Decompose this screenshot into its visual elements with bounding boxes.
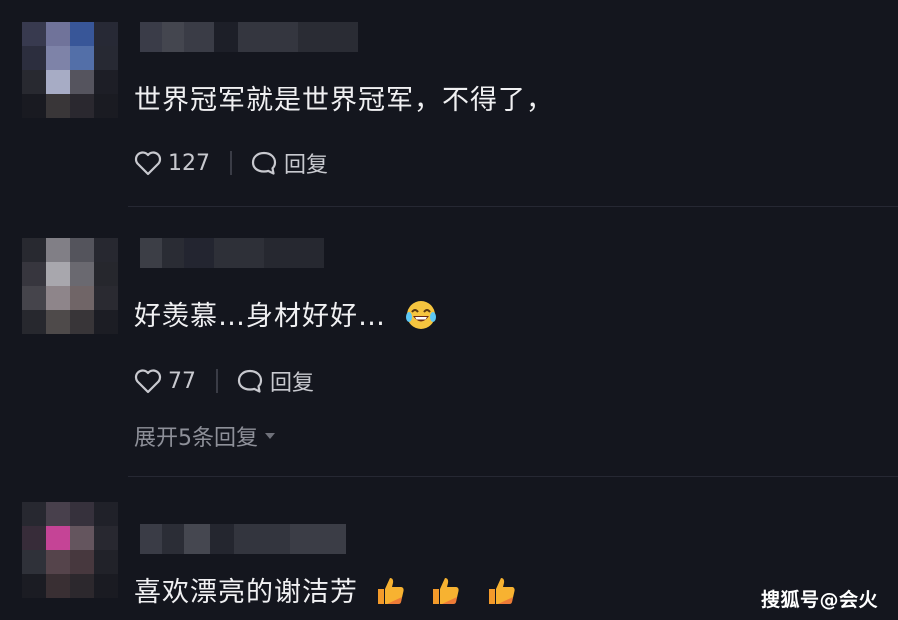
watermark: 搜狐号@会火: [760, 589, 878, 611]
like-count: 127: [168, 150, 210, 176]
comment-text-content: 喜欢漂亮的谢洁芳: [134, 577, 358, 608]
heart-icon: [134, 151, 162, 176]
username-blurred[interactable]: [140, 524, 346, 554]
divider: [216, 369, 218, 393]
comment-actions: 127 回复: [134, 147, 328, 179]
chevron-down-icon: [265, 433, 275, 439]
comment-text: 喜欢漂亮的谢洁芳: [134, 570, 517, 609]
thumbs-up-emoji-icon: [433, 577, 459, 604]
username-blurred[interactable]: [140, 22, 358, 52]
like-count: 77: [168, 368, 196, 394]
reply-button[interactable]: 回复: [236, 365, 314, 397]
thumbs-up-emoji-icon: [488, 577, 515, 604]
heart-icon: [134, 369, 162, 394]
reply-button[interactable]: 回复: [250, 147, 328, 179]
divider: [230, 151, 232, 175]
expand-replies-button[interactable]: 展开5条回复: [134, 420, 276, 452]
avatar[interactable]: [22, 502, 118, 598]
comment-actions: 77 回复: [134, 365, 314, 397]
comment-bubble-icon: [251, 151, 277, 175]
comment-divider: [128, 206, 898, 207]
like-button[interactable]: 77: [134, 368, 196, 394]
username-blurred[interactable]: [140, 238, 324, 268]
avatar[interactable]: [22, 22, 118, 118]
comment-divider: [128, 476, 898, 477]
like-button[interactable]: 127: [134, 150, 210, 176]
comment-text: 好羡慕…身材好好…: [134, 294, 438, 333]
thumbs-up-emoji-icon: [377, 577, 404, 604]
comment-text-content: 好羡慕…身材好好…: [134, 301, 386, 332]
expand-replies-label: 展开5条回复: [134, 426, 258, 451]
avatar[interactable]: [22, 238, 118, 334]
reply-label: 回复: [284, 153, 329, 178]
comment-bubble-icon: [237, 369, 263, 393]
comment-text: 世界冠军就是世界冠军，不得了，: [134, 85, 554, 116]
laughing-tears-emoji-icon: [405, 300, 436, 329]
reply-label: 回复: [270, 371, 315, 396]
